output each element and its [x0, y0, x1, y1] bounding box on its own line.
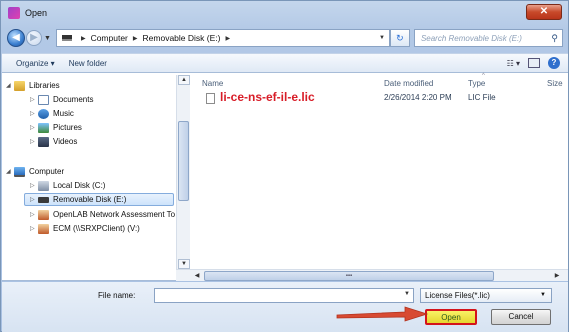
nav-item-label: Removable Disk (E:) [53, 195, 127, 204]
expand-icon[interactable]: ▷ [30, 138, 38, 145]
file-name-label: File name: [98, 291, 136, 300]
network-drive-icon [38, 223, 49, 234]
music-icon [38, 108, 49, 119]
expand-icon[interactable]: ▷ [30, 211, 38, 218]
chevron-right-icon[interactable]: ▶ [81, 35, 86, 42]
change-view-button[interactable]: ☷ ▾ [507, 59, 520, 68]
network-drive-icon [38, 209, 49, 220]
nav-item-openlab[interactable]: ▷ OpenLAB Network Assessment To [30, 208, 175, 221]
nav-item-videos[interactable]: ▷ Videos [30, 135, 77, 148]
file-icon [206, 93, 215, 104]
nav-item-label: Libraries [29, 81, 60, 90]
expand-icon[interactable]: ▷ [30, 182, 38, 189]
nav-item-music[interactable]: ▷ Music [30, 107, 74, 120]
scroll-right-icon[interactable]: ▶ [552, 271, 562, 281]
nav-item-label: ECM (\\SRXPClient) (V:) [53, 224, 140, 233]
app-icon [8, 7, 20, 19]
nav-item-label: Pictures [53, 123, 82, 132]
nav-item-label: Music [53, 109, 74, 118]
expand-icon[interactable]: ◢ [6, 168, 14, 175]
help-icon[interactable]: ? [548, 57, 560, 69]
nav-item-label: OpenLAB Network Assessment To [53, 210, 176, 219]
nav-scrollbar[interactable]: ▲ ▼ [176, 75, 190, 269]
column-size[interactable]: Size [547, 79, 563, 88]
nav-item-removable-disk[interactable]: ▷ Removable Disk (E:) [24, 193, 174, 206]
scroll-down-icon[interactable]: ▼ [178, 259, 190, 269]
file-name-input[interactable]: ▼ [154, 288, 414, 303]
nav-item-local-disk[interactable]: ▷ Local Disk (C:) [30, 179, 105, 192]
forward-button[interactable]: ▶ [26, 30, 42, 46]
file-type: LIC File [468, 93, 496, 102]
nav-item-computer[interactable]: ◢ Computer [6, 165, 64, 178]
organize-button[interactable]: Organize ▾ [16, 59, 55, 68]
search-input[interactable]: Search Removable Disk (E:) ⚲ [413, 29, 563, 47]
preview-pane-icon[interactable] [528, 58, 540, 68]
breadcrumb-removable-disk[interactable]: Removable Disk (E:) [143, 33, 221, 43]
dialog-footer: File name: ▼ License Files(*.lic) ▼ Open… [2, 282, 568, 332]
computer-icon [14, 166, 25, 177]
file-date: 2/26/2014 2:20 PM [384, 93, 452, 102]
hscroll-thumb[interactable]: ▪▪▪ [204, 271, 494, 281]
title-bar: Open ✕ [1, 1, 568, 25]
expand-icon[interactable]: ◢ [6, 82, 14, 89]
search-icon[interactable]: ⚲ [551, 33, 558, 44]
expand-icon[interactable]: ▷ [30, 196, 38, 203]
file-type-value: License Files(*.lic) [425, 291, 490, 300]
window-title: Open [25, 8, 48, 18]
new-folder-button[interactable]: New folder [69, 59, 107, 68]
file-name[interactable]: li-ce-ns-ef-il-e.lic [220, 90, 315, 104]
nav-item-pictures[interactable]: ▷ Pictures [30, 121, 82, 134]
nav-item-label: Local Disk (C:) [53, 181, 106, 190]
expand-icon[interactable]: ▷ [30, 124, 38, 131]
chevron-down-icon[interactable]: ▼ [404, 291, 410, 297]
column-date-modified[interactable]: Date modified [384, 79, 433, 88]
refresh-button[interactable]: ↻ [389, 29, 410, 47]
hard-disk-icon [38, 180, 49, 191]
address-bar: ◀ ▶ ▼ ▶ Computer ▶ Removable Disk (E:) ▶… [7, 27, 563, 49]
file-list: ^ Name Date modified Type Size li-ce-ns-… [192, 73, 568, 269]
back-button[interactable]: ◀ [7, 29, 25, 47]
file-list-hscrollbar[interactable]: ◀ ▪▪▪ ▶ [176, 269, 568, 281]
chevron-down-icon[interactable]: ▼ [540, 289, 546, 302]
scroll-up-icon[interactable]: ▲ [178, 75, 190, 85]
command-bar: Organize ▾ New folder ☷ ▾ ? [2, 53, 568, 73]
breadcrumb[interactable]: ▶ Computer ▶ Removable Disk (E:) ▶ ▼ [55, 29, 390, 47]
column-type[interactable]: Type [468, 79, 485, 88]
nav-item-label: Computer [29, 167, 65, 176]
chevron-right-icon[interactable]: ▶ [225, 35, 230, 42]
pictures-icon [38, 122, 49, 133]
content-area: ◢ Libraries ▷ Documents ▷ Music ▷ Pictures ▷… [2, 73, 568, 281]
scroll-thumb[interactable] [178, 121, 189, 201]
drive-icon [61, 35, 72, 41]
nav-item-ecm[interactable]: ▷ ECM (\\SRXPClient) (V:) [30, 222, 140, 235]
nav-item-documents[interactable]: ▷ Documents [30, 93, 93, 106]
annotation-arrow-icon [336, 306, 429, 322]
videos-icon [38, 136, 49, 147]
cancel-button[interactable]: Cancel [491, 309, 551, 325]
chevron-right-icon[interactable]: ▶ [133, 35, 138, 42]
nav-item-libraries[interactable]: ◢ Libraries [6, 79, 60, 92]
library-icon [14, 80, 25, 91]
search-placeholder: Search Removable Disk (E:) [420, 33, 522, 43]
column-name[interactable]: Name [202, 79, 223, 88]
open-dialog: Open ✕ ◀ ▶ ▼ ▶ Computer ▶ Removable Disk… [0, 0, 569, 332]
expand-icon[interactable]: ▷ [30, 225, 38, 232]
expand-icon[interactable]: ▷ [30, 110, 38, 117]
open-button[interactable]: Open [425, 309, 477, 325]
documents-icon [38, 94, 49, 105]
path-dropdown-icon[interactable]: ▼ [379, 35, 385, 41]
close-button[interactable]: ✕ [526, 4, 562, 20]
file-type-select[interactable]: License Files(*.lic) ▼ [420, 288, 552, 303]
usb-drive-icon [38, 196, 49, 203]
navigation-pane: ◢ Libraries ▷ Documents ▷ Music ▷ Pictures ▷… [2, 73, 178, 269]
expand-icon[interactable]: ▷ [30, 96, 38, 103]
nav-item-label: Documents [53, 95, 94, 104]
history-dropdown-icon[interactable]: ▼ [44, 35, 51, 42]
breadcrumb-computer[interactable]: Computer [91, 33, 128, 43]
file-row[interactable]: li-ce-ns-ef-il-e.lic 2/26/2014 2:20 PM L… [202, 90, 562, 107]
nav-item-label: Videos [53, 137, 78, 146]
scroll-left-icon[interactable]: ◀ [192, 271, 202, 281]
